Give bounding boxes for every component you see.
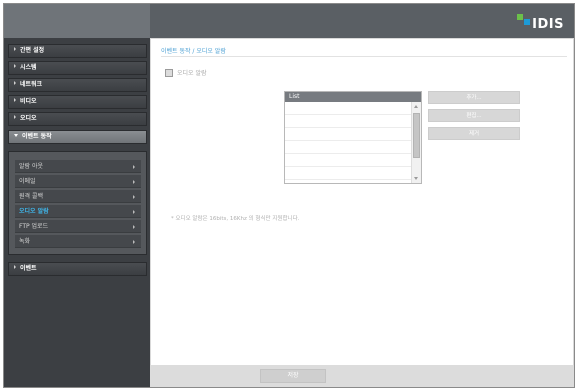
breadcrumb: 이벤트 동작 / 오디오 알람 — [161, 48, 226, 55]
list-item[interactable] — [285, 128, 411, 141]
sidebar-item-label: 이벤트 — [20, 265, 37, 272]
divider — [161, 56, 567, 57]
sidebar-item-event-action[interactable]: 이벤트 동작 — [8, 130, 147, 144]
idis-logo: IDIS — [517, 13, 564, 31]
chevron-right-icon — [133, 180, 135, 184]
submenu-item-ftp-upload[interactable]: FTP 업로드 — [15, 220, 141, 233]
submenu-event-action: 알람 아웃 이메일 원격 콜백 오디오 알람 FTP 업로드 녹화 — [8, 151, 147, 255]
submenu-item-audio-alarm[interactable]: 오디오 알람 — [15, 205, 141, 218]
audio-alarm-checkbox-label: 오디오 알람 — [177, 70, 207, 77]
sidebar-item-audio[interactable]: 오디오 — [8, 112, 147, 126]
save-button[interactable]: 저장 — [260, 369, 326, 383]
submenu-item-label: 이메일 — [19, 178, 36, 185]
chevron-right-icon — [133, 210, 135, 214]
edit-button[interactable]: 편집... — [428, 109, 520, 122]
list-item[interactable] — [285, 154, 411, 167]
chevron-right-icon — [133, 225, 135, 229]
sidebar-item-video[interactable]: 비디오 — [8, 95, 147, 109]
scroll-down-icon[interactable] — [414, 177, 418, 180]
sidebar-item-label: 간편 설정 — [20, 47, 45, 54]
submenu-item-label: 녹화 — [19, 238, 31, 245]
submenu-item-label: 오디오 알람 — [19, 208, 49, 215]
chevron-right-icon — [14, 47, 16, 51]
submenu-item-label: FTP 업로드 — [19, 223, 49, 230]
audio-alarm-checkbox-row[interactable]: 오디오 알람 — [165, 68, 207, 77]
chevron-right-icon — [14, 81, 16, 85]
logo-mark-icon — [517, 14, 524, 20]
sidebar-item-label: 이벤트 동작 — [22, 133, 52, 140]
sidebar-item-quick-setup[interactable]: 간편 설정 — [8, 44, 147, 58]
chevron-right-icon — [133, 165, 135, 169]
app-window: IDIS 간편 설정 시스템 네트워크 비디오 오디오 이벤트 동작 알람 아웃 — [3, 3, 575, 388]
add-button[interactable]: 추가... — [428, 91, 520, 104]
submenu-item-remote-callback[interactable]: 원격 콜백 — [15, 190, 141, 203]
chevron-right-icon — [14, 98, 16, 102]
list-scrollbar[interactable] — [411, 102, 421, 183]
list-item[interactable] — [285, 102, 411, 115]
scrollbar-thumb[interactable] — [413, 113, 420, 158]
submenu-item-record[interactable]: 녹화 — [15, 235, 141, 248]
chevron-right-icon — [14, 64, 16, 68]
sidebar-item-system[interactable]: 시스템 — [8, 61, 147, 75]
submenu-item-alarm-out[interactable]: 알람 아웃 — [15, 160, 141, 173]
chevron-right-icon — [14, 115, 16, 119]
chevron-right-icon — [133, 195, 135, 199]
list-item[interactable] — [285, 141, 411, 154]
list-item[interactable] — [285, 115, 411, 128]
list-item[interactable] — [285, 167, 411, 180]
main-content: 이벤트 동작 / 오디오 알람 오디오 알람 List 추가... 편집... … — [151, 39, 573, 365]
chevron-right-icon — [133, 240, 135, 244]
sidebar: 간편 설정 시스템 네트워크 비디오 오디오 이벤트 동작 알람 아웃 이메일 — [4, 38, 150, 387]
scroll-up-icon[interactable] — [414, 105, 418, 108]
logo-mark-icon — [524, 19, 531, 25]
sidebar-item-label: 네트워크 — [20, 81, 43, 88]
chevron-down-icon — [14, 134, 18, 137]
sidebar-item-event[interactable]: 이벤트 — [8, 262, 147, 276]
list-header: List — [285, 92, 421, 102]
audio-file-list[interactable]: List — [284, 91, 422, 184]
header-bar: IDIS — [150, 4, 574, 38]
delete-button[interactable]: 제거 — [428, 127, 520, 140]
chevron-right-icon — [14, 265, 16, 269]
sidebar-item-label: 오디오 — [20, 115, 37, 122]
submenu-item-email[interactable]: 이메일 — [15, 175, 141, 188]
submenu-item-label: 알람 아웃 — [19, 163, 43, 170]
sidebar-item-label: 시스템 — [20, 64, 37, 71]
sidebar-item-label: 비디오 — [20, 98, 37, 105]
logo-text: IDIS — [532, 17, 564, 32]
sidebar-item-network[interactable]: 네트워크 — [8, 78, 147, 92]
audio-alarm-checkbox[interactable] — [165, 68, 173, 77]
format-note: * 오디오 알람은 16bits, 16Khz 의 형식만 지원합니다. — [171, 216, 300, 222]
header-left — [4, 4, 150, 38]
submenu-item-label: 원격 콜백 — [19, 193, 43, 200]
footer-bar: 저장 — [150, 365, 574, 387]
